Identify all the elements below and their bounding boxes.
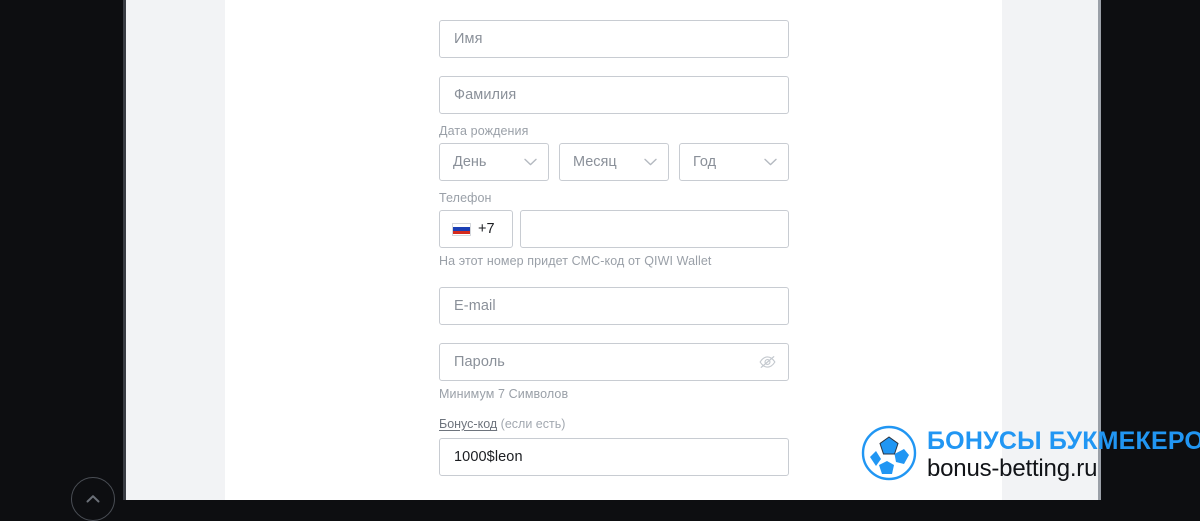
watermark-text: БОНУСЫ БУКМЕКЕРОВ bonus-betting.ru: [927, 429, 1200, 481]
birth-month-select[interactable]: Месяц: [559, 143, 669, 181]
first-name-field[interactable]: Имя: [439, 20, 789, 58]
first-name-placeholder: Имя: [454, 31, 483, 47]
birth-year-select[interactable]: Год: [679, 143, 789, 181]
bonus-code-value: 1000$leon: [454, 449, 523, 465]
watermark-title: БОНУСЫ БУКМЕКЕРОВ: [927, 427, 1200, 455]
phone-label: Телефон: [439, 191, 492, 205]
birth-day-label: День: [453, 154, 487, 170]
chevron-down-icon: [644, 158, 668, 166]
birth-date-label: Дата рождения: [439, 124, 529, 138]
country-code-selector[interactable]: +7: [439, 210, 513, 248]
birth-year-label: Год: [693, 154, 717, 170]
bonus-code-label-row: Бонус-код (если есть): [439, 417, 565, 431]
bonus-code-label-note: (если есть): [500, 417, 566, 431]
birth-day-select[interactable]: День: [439, 143, 549, 181]
password-field[interactable]: Пароль: [439, 343, 789, 381]
eye-off-icon[interactable]: [759, 355, 776, 369]
phone-number-input[interactable]: [520, 210, 789, 248]
chevron-down-icon: [764, 158, 788, 166]
russia-flag-icon: [452, 222, 471, 236]
password-placeholder: Пароль: [454, 354, 505, 370]
soccer-ball-icon: [860, 424, 918, 487]
last-name-placeholder: Фамилия: [454, 87, 517, 103]
chevron-up-icon: [86, 494, 100, 504]
watermark: БОНУСЫ БУКМЕКЕРОВ bonus-betting.ru: [860, 420, 1200, 490]
page-root: Имя Фамилия Дата рождения День Месяц Год: [0, 0, 1200, 521]
country-code-value: +7: [478, 221, 495, 237]
registration-form: Имя Фамилия Дата рождения День Месяц Год: [439, 0, 789, 500]
scroll-to-top-button[interactable]: [71, 477, 115, 521]
bonus-code-field[interactable]: 1000$leon: [439, 438, 789, 476]
chevron-down-icon: [524, 158, 548, 166]
bonus-code-label[interactable]: Бонус-код: [439, 417, 497, 431]
background-dark-left: [0, 0, 123, 500]
birth-month-label: Месяц: [573, 154, 617, 170]
phone-helper-text: На этот номер придет СМС-код от QIWI Wal…: [439, 254, 712, 268]
last-name-field[interactable]: Фамилия: [439, 76, 789, 114]
password-helper-text: Минимум 7 Символов: [439, 387, 569, 401]
background-panel-left: [126, 0, 225, 500]
watermark-subtitle: bonus-betting.ru: [927, 455, 1098, 482]
email-placeholder: E-mail: [454, 298, 496, 314]
email-field[interactable]: E-mail: [439, 287, 789, 325]
